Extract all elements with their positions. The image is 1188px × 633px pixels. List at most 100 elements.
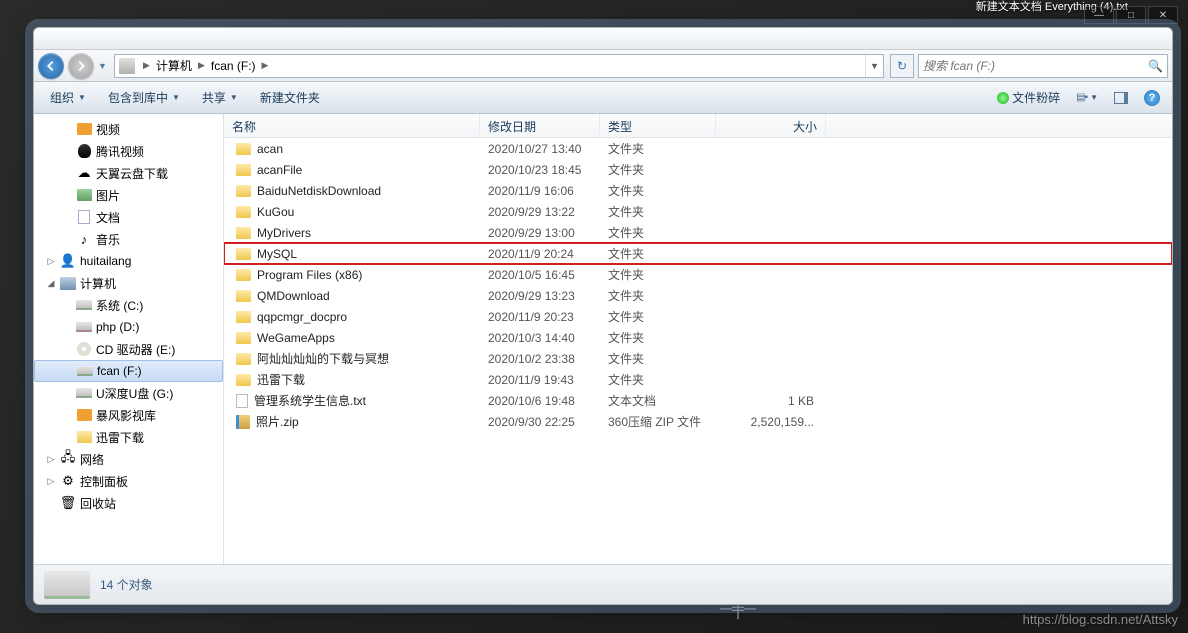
help-button[interactable]: ? [1140, 88, 1164, 108]
file-date: 2020/10/2 23:38 [480, 352, 600, 366]
share-menu[interactable]: 共享▼ [194, 85, 246, 110]
sidebar-item[interactable]: fcan (F:) [34, 360, 223, 382]
sidebar-item[interactable]: 文档 [34, 206, 223, 228]
sidebar-item[interactable]: php (D:) [34, 316, 223, 338]
tree-item-label: 网络 [80, 451, 104, 468]
file-name: qqpcmgr_docpro [257, 310, 347, 324]
file-list-pane[interactable]: 名称 修改日期 类型 大小 acan2020/10/27 13:40文件夹aca… [224, 114, 1172, 564]
sidebar-item[interactable]: ◢计算机 [34, 272, 223, 294]
sidebar-item[interactable]: 迅雷下载 [34, 426, 223, 448]
file-name: 管理系统学生信息.txt [254, 392, 366, 409]
file-type: 360压缩 ZIP 文件 [600, 413, 716, 430]
tree-item-label: 腾讯视频 [96, 143, 144, 160]
include-in-library-menu[interactable]: 包含到库中▼ [100, 85, 188, 110]
breadcrumb-drive[interactable]: fcan (F:) [209, 59, 258, 73]
status-bar: 14 个对象 [34, 564, 1172, 604]
file-type-icon [236, 353, 251, 365]
sidebar-item[interactable]: 🗑回收站 [34, 492, 223, 514]
sidebar-item[interactable]: U深度U盘 (G:) [34, 382, 223, 404]
tree-item-label: php (D:) [96, 320, 139, 334]
tree-item-icon [76, 143, 92, 159]
file-date: 2020/10/3 14:40 [480, 331, 600, 345]
sidebar-item[interactable]: ▷🖧网络 [34, 448, 223, 470]
chevron-down-icon: ▼ [1090, 93, 1098, 102]
chevron-down-icon: ▼ [230, 93, 238, 102]
column-header-type[interactable]: 类型 [600, 114, 716, 137]
new-folder-button[interactable]: 新建文件夹 [252, 85, 328, 110]
tree-item-label: 系统 (C:) [96, 297, 143, 314]
sidebar-item[interactable]: ▷👤huitailang [34, 250, 223, 272]
chevron-down-icon: ▼ [78, 93, 86, 102]
tree-item-label: 回收站 [80, 495, 116, 512]
file-name: MyDrivers [257, 226, 311, 240]
file-name: BaiduNetdiskDownload [257, 184, 381, 198]
file-row[interactable]: 管理系统学生信息.txt2020/10/6 19:48文本文档1 KB [224, 390, 1172, 411]
file-date: 2020/10/6 19:48 [480, 394, 600, 408]
file-shred-button[interactable]: 文件粉碎 [993, 87, 1064, 108]
tree-item-icon [76, 209, 92, 225]
bg-close-button[interactable]: ✕ [1148, 6, 1178, 24]
tree-item-label: 视频 [96, 121, 120, 138]
refresh-button[interactable]: ↻ [890, 54, 914, 78]
tree-item-label: 迅雷下载 [96, 429, 144, 446]
file-row[interactable]: acan2020/10/27 13:40文件夹 [224, 138, 1172, 159]
sidebar-item[interactable]: CD 驱动器 (E:) [34, 338, 223, 360]
file-date: 2020/11/9 20:24 [480, 247, 600, 261]
tree-expand-icon[interactable]: ▷ [46, 476, 56, 487]
bg-minimize-button[interactable]: — [1084, 6, 1114, 24]
tree-item-label: 文档 [96, 209, 120, 226]
file-row[interactable]: KuGou2020/9/29 13:22文件夹 [224, 201, 1172, 222]
sidebar-item[interactable]: 视频 [34, 118, 223, 140]
tree-expand-icon[interactable]: ▷ [46, 454, 56, 465]
history-dropdown[interactable]: ▼ [98, 61, 108, 71]
navigation-pane[interactable]: 视频腾讯视频 ☁天翼云盘下载图片文档 ♪音乐▷👤huitailang◢计算机系统 (… [34, 114, 224, 564]
file-row[interactable]: MyDrivers2020/9/29 13:00文件夹 [224, 222, 1172, 243]
search-input[interactable] [923, 59, 1144, 73]
file-row[interactable]: QMDownload2020/9/29 13:23文件夹 [224, 285, 1172, 306]
tree-item-label: 暴风影视库 [96, 407, 156, 424]
sidebar-item[interactable]: 腾讯视频 [34, 140, 223, 162]
preview-pane-button[interactable] [1110, 90, 1132, 106]
sidebar-item[interactable]: 暴风影视库 [34, 404, 223, 426]
sidebar-item[interactable]: 图片 [34, 184, 223, 206]
breadcrumb-sep-icon[interactable]: ▶ [194, 60, 209, 71]
address-bar[interactable]: ▶ 计算机 ▶ fcan (F:) ▶ ▼ [114, 54, 884, 78]
bg-maximize-button[interactable]: □ [1116, 6, 1146, 24]
tree-item-label: CD 驱动器 (E:) [96, 341, 175, 358]
tree-expand-icon[interactable]: ◢ [46, 278, 56, 289]
column-header-date[interactable]: 修改日期 [480, 114, 600, 137]
sidebar-item[interactable]: ▷⚙控制面板 [34, 470, 223, 492]
search-box[interactable]: 🔍 [918, 54, 1168, 78]
file-type-icon [236, 415, 250, 429]
back-button[interactable] [38, 53, 64, 79]
view-options-button[interactable]: ▤▪▼ [1072, 90, 1102, 105]
tree-item-icon: 🗑 [60, 495, 76, 511]
sidebar-item[interactable]: 系统 (C:) [34, 294, 223, 316]
shred-icon [997, 92, 1009, 104]
column-header-name[interactable]: 名称 [224, 114, 480, 137]
file-row[interactable]: qqpcmgr_docpro2020/11/9 20:23文件夹 [224, 306, 1172, 327]
titlebar[interactable] [34, 28, 1172, 50]
address-dropdown[interactable]: ▼ [865, 55, 883, 77]
explorer-body: 视频腾讯视频 ☁天翼云盘下载图片文档 ♪音乐▷👤huitailang◢计算机系统 (… [34, 114, 1172, 564]
sidebar-item[interactable]: ☁天翼云盘下载 [34, 162, 223, 184]
file-row[interactable]: 照片.zip2020/9/30 22:25360压缩 ZIP 文件2,520,1… [224, 411, 1172, 432]
tree-item-icon: ⚙ [60, 473, 76, 489]
file-row[interactable]: BaiduNetdiskDownload2020/11/9 16:06文件夹 [224, 180, 1172, 201]
breadcrumb-sep-icon[interactable]: ▶ [258, 60, 273, 71]
file-row[interactable]: WeGameApps2020/10/3 14:40文件夹 [224, 327, 1172, 348]
file-row[interactable]: acanFile2020/10/23 18:45文件夹 [224, 159, 1172, 180]
organize-menu[interactable]: 组织▼ [42, 85, 94, 110]
breadcrumb-computer[interactable]: 计算机 [154, 57, 194, 74]
file-row[interactable]: 迅雷下载2020/11/9 19:43文件夹 [224, 369, 1172, 390]
forward-button[interactable] [68, 53, 94, 79]
file-row[interactable]: MySQL2020/11/9 20:24文件夹 [224, 243, 1172, 264]
breadcrumb-sep-icon[interactable]: ▶ [139, 60, 154, 71]
file-row[interactable]: 阿灿灿灿灿的下载与冥想2020/10/2 23:38文件夹 [224, 348, 1172, 369]
column-header-size[interactable]: 大小 [716, 114, 826, 137]
file-row[interactable]: Program Files (x86)2020/10/5 16:45文件夹 [224, 264, 1172, 285]
tree-expand-icon[interactable]: ▷ [46, 256, 56, 267]
search-icon[interactable]: 🔍 [1148, 59, 1163, 73]
sidebar-item[interactable]: ♪音乐 [34, 228, 223, 250]
file-date: 2020/9/30 22:25 [480, 415, 600, 429]
